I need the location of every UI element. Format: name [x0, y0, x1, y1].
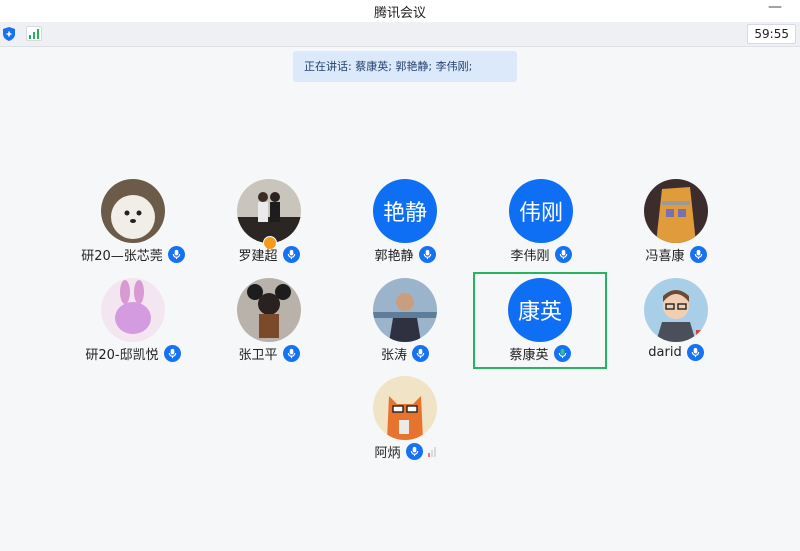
microphone-active-icon[interactable] — [553, 345, 571, 362]
avatar — [101, 278, 165, 342]
participant-tile[interactable]: 研20-邸凯悦 — [65, 278, 201, 374]
dog-photo-avatar-icon — [101, 179, 165, 243]
top-toolbar: 59:55 — [0, 22, 800, 47]
participant-tile[interactable]: 康英 蔡康英 — [472, 278, 608, 374]
participant-name: 研20-邸凯悦 — [85, 348, 159, 363]
participant-tile[interactable]: 伟刚 李伟刚 — [473, 179, 609, 275]
participant-name: 李伟刚 — [510, 249, 550, 264]
participant-name: 张涛 — [380, 348, 407, 363]
avatar — [237, 179, 301, 243]
microphone-icon[interactable] — [554, 246, 572, 263]
participant-name: darid — [648, 345, 682, 360]
participant-tile[interactable]: 张卫平 — [201, 278, 337, 374]
signal-strength-icon — [427, 446, 436, 457]
title-bar: 腾讯会议 — — [0, 0, 800, 22]
couple-photo-avatar-icon — [237, 179, 301, 243]
avatar — [644, 278, 708, 342]
avatar — [237, 278, 301, 342]
participant-name: 蔡康英 — [509, 348, 549, 363]
participant-name: 郭艳静 — [374, 249, 414, 264]
microphone-icon[interactable] — [686, 344, 704, 361]
microphone-icon[interactable] — [405, 443, 423, 460]
avatar — [373, 278, 437, 342]
microphone-icon[interactable] — [689, 246, 707, 263]
microphone-icon[interactable] — [282, 345, 300, 362]
avatar: 伟刚 — [509, 179, 573, 243]
minimize-button[interactable]: — — [768, 0, 782, 15]
microphone-icon[interactable] — [282, 246, 300, 263]
window-title: 腾讯会议 — [373, 6, 426, 21]
security-shield-icon[interactable] — [3, 27, 15, 41]
avatar — [101, 179, 165, 243]
microphone-icon[interactable] — [163, 345, 181, 362]
participant-name: 研20—张芯莞 — [81, 249, 163, 264]
orange-cat-avatar-icon — [373, 376, 437, 440]
cartoon-man-avatar-icon — [644, 278, 708, 342]
microphone-icon[interactable] — [418, 246, 436, 263]
participant-tile[interactable]: 艳静 郭艳静 — [337, 179, 473, 275]
avatar — [644, 179, 708, 243]
participant-name: 罗建超 — [238, 249, 278, 264]
participant-tile[interactable]: 罗建超 — [201, 179, 337, 275]
participant-name: 阿炳 — [374, 446, 401, 461]
avatar: 艳静 — [373, 179, 437, 243]
man-photo-avatar-icon — [373, 278, 437, 342]
participant-tile[interactable]: 阿炳 — [337, 376, 473, 472]
bunny-photo-avatar-icon — [101, 278, 165, 342]
avatar — [373, 376, 437, 440]
participant-tile[interactable]: 研20—张芯莞 — [65, 179, 201, 275]
anime-photo-avatar-icon — [644, 179, 708, 243]
participant-tile[interactable]: darid — [608, 278, 744, 374]
speaking-banner: 正在讲话: 蔡康英; 郭艳静; 李伟刚; — [293, 51, 517, 82]
microphone-icon[interactable] — [167, 246, 185, 263]
avatar: 康英 — [508, 278, 572, 342]
mouse-figure-photo-avatar-icon — [237, 278, 301, 342]
participant-name: 张卫平 — [238, 348, 278, 363]
participant-tile[interactable]: 冯喜康 — [608, 179, 744, 275]
participant-name: 冯喜康 — [645, 249, 685, 264]
microphone-icon[interactable] — [412, 345, 429, 362]
meeting-timer: 59:55 — [747, 24, 796, 44]
network-signal-icon[interactable] — [26, 26, 42, 41]
participant-tile[interactable]: 张涛 — [337, 278, 473, 374]
